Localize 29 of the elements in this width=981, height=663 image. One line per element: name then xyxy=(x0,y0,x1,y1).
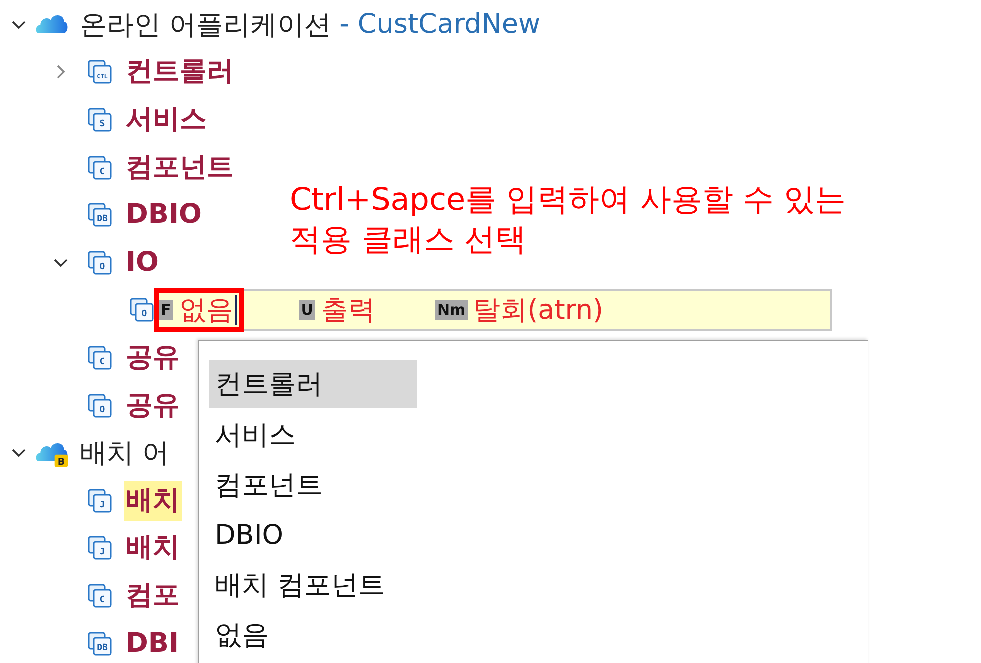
tree-item[interactable]: DBI xyxy=(124,624,182,663)
tree-item[interactable]: 온라인 어플리케이션 xyxy=(80,6,332,43)
completion-item[interactable]: DBIO xyxy=(209,510,417,560)
tree-item[interactable]: 배치 어 xyxy=(80,435,170,472)
tree-item[interactable]: 컴포 xyxy=(124,576,182,616)
tree-item[interactable]: 공유 xyxy=(124,386,182,426)
tree-item[interactable]: DBIO xyxy=(124,195,204,236)
annotation-text: Ctrl+Sapce를 입력하여 사용할 수 있는 xyxy=(290,181,846,220)
tree-item[interactable]: 배치 xyxy=(124,528,182,568)
field-value[interactable]: 출력 xyxy=(321,292,376,328)
completion-item[interactable]: 없음 xyxy=(209,610,417,660)
flag-badge: U xyxy=(299,300,316,320)
tree-item[interactable]: 컨트롤러 xyxy=(124,52,236,92)
tree-item[interactable]: 서비스 xyxy=(124,100,209,140)
field-value[interactable]: 탈회(atrn) xyxy=(474,292,604,328)
tree-item[interactable]: IO xyxy=(124,242,161,283)
tree-item[interactable]: 컴포넌트 xyxy=(124,148,236,188)
completion-item[interactable]: 컨트롤러 xyxy=(209,360,417,408)
tree-item[interactable]: 배치 xyxy=(124,480,182,521)
annotation-text: 적용 클래스 선택 xyxy=(290,221,528,260)
flag-badge: Nm xyxy=(435,300,468,320)
project-name: - CustCardNew xyxy=(340,9,541,40)
tree-item[interactable]: 공유 xyxy=(124,338,182,378)
completion-item[interactable]: 컴포넌트 xyxy=(209,460,417,510)
flag-badge: F xyxy=(159,300,174,320)
field-value[interactable]: 없음 xyxy=(179,292,234,328)
completion-item[interactable]: 배치 컴포넌트 xyxy=(209,560,417,610)
completion-item[interactable]: 서비스 xyxy=(209,410,417,460)
inline-editor[interactable]: F 없음 U 출력 Nm 탈회(atrn) xyxy=(156,289,832,332)
